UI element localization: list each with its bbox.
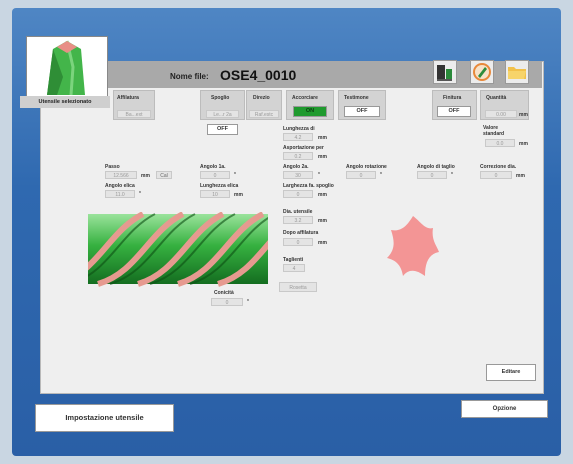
spoglio-toggle[interactable]: OFF xyxy=(207,124,238,135)
angolo-2a-label: Angolo 2a. xyxy=(283,164,309,170)
testimone-toggle[interactable]: OFF xyxy=(344,106,380,117)
larghezza-unit: mm xyxy=(318,192,327,198)
impostazione-utensile-button[interactable]: Impostazione utensile xyxy=(35,404,174,432)
angolo-taglio-input[interactable]: 0 xyxy=(417,171,447,179)
conicita-input[interactable]: 0 xyxy=(211,298,243,306)
asportazione-input[interactable]: 0.2 xyxy=(283,152,313,160)
valore-standard-unit: mm xyxy=(519,141,528,147)
angolo-taglio-label: Angolo di taglio xyxy=(417,164,455,170)
angolo-1a-input[interactable]: 0 xyxy=(200,171,230,179)
quantita-label: Quantità xyxy=(486,95,507,101)
valore-standard-input[interactable]: 0.0 xyxy=(485,139,515,147)
file-name-label: Nome file: xyxy=(170,72,209,81)
finitura-label: Finitura xyxy=(443,95,462,101)
direzione-select[interactable]: Raf.estc xyxy=(249,110,279,118)
tool-thumbnail-caption: Utensile selezionato xyxy=(20,96,110,108)
accorciare-toggle[interactable]: ON xyxy=(293,106,327,117)
angolo-2a-input[interactable]: 30 xyxy=(283,171,313,179)
dia-utensile-label: Dia. utensile xyxy=(283,209,313,215)
folder-icon[interactable] xyxy=(505,60,529,84)
dopo-affilatura-unit: mm xyxy=(318,240,327,246)
asportazione-unit: mm xyxy=(318,154,327,160)
angolo-elica-input[interactable]: 11.0 xyxy=(105,190,135,198)
lunghezza-elica-unit: mm xyxy=(234,192,243,198)
correzione-input[interactable]: 0 xyxy=(480,171,512,179)
tool-cross-section xyxy=(387,216,439,276)
lunghezza-di-unit: mm xyxy=(318,135,327,141)
pencil-icon[interactable] xyxy=(470,60,494,84)
affilatura-select[interactable]: Ba...ext xyxy=(117,110,151,118)
lunghezza-di-label: Lunghezza di xyxy=(283,126,315,132)
taglienti-label: Taglienti xyxy=(283,257,304,263)
affilatura-label: Affilatura xyxy=(117,95,139,101)
spoglio-select[interactable]: Le...r 2a xyxy=(206,110,239,118)
dopo-affilatura-label: Dopo affilatura xyxy=(283,230,319,236)
correzione-label: Correzione dia. xyxy=(480,164,517,170)
machine-icon[interactable] xyxy=(433,60,457,84)
taglienti-select[interactable]: 4 xyxy=(283,264,305,272)
finitura-toggle[interactable]: OFF xyxy=(437,106,471,117)
larghezza-input[interactable]: 0 xyxy=(283,190,313,198)
accorciare-label: Accorciare xyxy=(292,95,318,101)
mode-select[interactable]: Rosetta xyxy=(279,282,317,292)
asportazione-label: Asportazione per xyxy=(283,145,324,151)
lunghezza-di-input[interactable]: 4.2 xyxy=(283,133,313,141)
passo-unit: mm xyxy=(141,173,150,179)
opzione-button[interactable]: Opzione xyxy=(461,400,548,418)
dia-utensile-unit: mm xyxy=(318,218,327,224)
angolo-rotazione-unit: ° xyxy=(380,172,382,178)
lunghezza-elica-label: Lunghezza elica xyxy=(200,183,239,189)
quantita-input[interactable]: 0.00 xyxy=(485,110,517,118)
angolo-rotazione-label: Angolo rotazione xyxy=(346,164,387,170)
larghezza-label: Larghezza fa. spoglio xyxy=(283,183,334,189)
direzione-label: Direzio xyxy=(253,95,270,101)
file-name-value: OSE4_0010 xyxy=(220,67,297,83)
angolo-1a-unit: ° xyxy=(234,172,236,178)
passo-input[interactable]: 12.566 xyxy=(105,171,137,179)
valore-standard-label: Valore standard xyxy=(483,125,505,137)
tool-side-view xyxy=(88,212,268,287)
angolo-rotazione-input[interactable]: 0 xyxy=(346,171,376,179)
testimone-label: Testimone xyxy=(344,95,369,101)
conicita-unit: ° xyxy=(247,299,249,305)
angolo-elica-label: Angolo elica xyxy=(105,183,135,189)
screen-bezel: Nome file: OSE4_0010 Utensile selezionat… xyxy=(0,0,573,464)
angolo-taglio-unit: ° xyxy=(451,172,453,178)
quantita-unit: mm xyxy=(519,112,528,118)
dopo-affilatura-input[interactable]: 0 xyxy=(283,238,313,246)
correzione-unit: mm xyxy=(516,173,525,179)
passo-label: Passo xyxy=(105,164,120,170)
conicita-label: Conicità xyxy=(214,290,234,296)
angolo-elica-unit: ° xyxy=(139,191,141,197)
editare-button[interactable]: Editare xyxy=(486,364,536,381)
spoglio-label: Spoglio xyxy=(211,95,230,101)
dia-utensile-input[interactable]: 3.2 xyxy=(283,216,313,224)
lunghezza-elica-input[interactable]: 10 xyxy=(200,190,230,198)
passo-calc-button[interactable]: Cal xyxy=(156,171,172,179)
angolo-2a-unit: ° xyxy=(318,172,320,178)
angolo-1a-label: Angolo 1a. xyxy=(200,164,226,170)
